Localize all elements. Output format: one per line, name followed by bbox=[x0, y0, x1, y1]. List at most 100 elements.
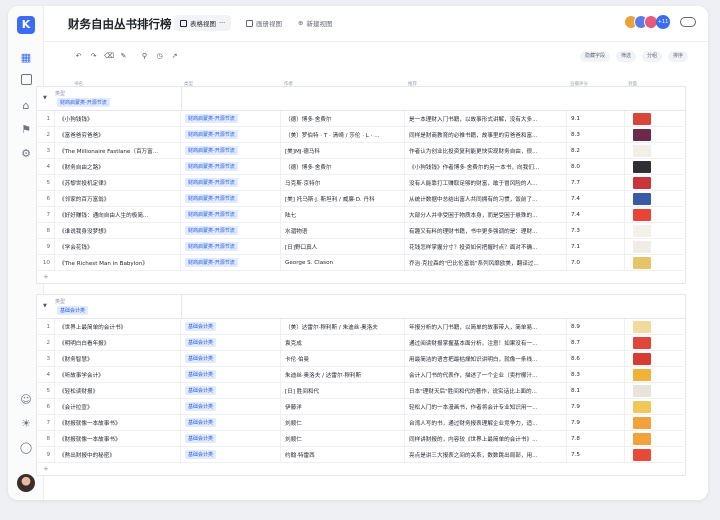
cell-name[interactable]: 《谁说我身没梦想》 bbox=[55, 223, 181, 238]
sort-button[interactable]: 排序 bbox=[667, 51, 688, 62]
group-header[interactable]: ▼ 类型 财商启蒙类-开源节流 bbox=[37, 87, 685, 111]
cell-cover[interactable] bbox=[625, 351, 659, 366]
cell-type[interactable]: 财商启蒙类-开源节流 bbox=[181, 223, 281, 238]
cell-author[interactable]: George S. Clason bbox=[281, 255, 405, 270]
cell-score[interactable]: 8.7 bbox=[567, 335, 625, 350]
cell-name[interactable]: 《明明白白看年报》 bbox=[55, 335, 181, 350]
cell-score[interactable]: 7.7 bbox=[567, 175, 625, 190]
add-row-button[interactable]: + bbox=[37, 271, 685, 283]
cell-name[interactable]: 《听故事学会计》 bbox=[55, 367, 181, 382]
cell-name[interactable]: 《小狗钱钱》 bbox=[55, 111, 181, 126]
cell-score[interactable]: 9.1 bbox=[567, 111, 625, 126]
cell-name[interactable]: 《财务智慧》 bbox=[55, 351, 181, 366]
add-row-button[interactable]: + bbox=[37, 463, 685, 475]
group-header[interactable]: ▼ 类型 基础会计类 bbox=[37, 295, 685, 319]
cell-name[interactable]: 《轻松读财报》 bbox=[55, 383, 181, 398]
cell-score[interactable]: 8.3 bbox=[567, 127, 625, 142]
cell-desc[interactable]: 大部分人并非受困于物质本身，而是受困于悬殊的... bbox=[405, 207, 567, 222]
table-row[interactable]: 7 《财报就像一本故事书》 基础会计类 刘顺仁 台湾人写的书，通过财务报表理解企业竞争力… bbox=[37, 415, 685, 431]
cell-name[interactable]: 《苏黎世投机定律》 bbox=[55, 175, 181, 190]
tab-grid-view[interactable]: 表格视图 ··· bbox=[174, 15, 232, 31]
cell-type[interactable]: 基础会计类 bbox=[181, 415, 281, 430]
cell-score[interactable]: 7.9 bbox=[567, 399, 625, 414]
tab-gallery-view[interactable]: 画册视图 bbox=[246, 18, 282, 28]
cell-type[interactable]: 财商启蒙类-开源节流 bbox=[181, 143, 281, 158]
cell-author[interactable]: （美）达雷尔·穆利斯 / 朱迪丝·奥洛夫 bbox=[281, 319, 405, 334]
cell-desc[interactable]: 是一本理财入门书籍，以故事形式讲解，没有大多... bbox=[405, 111, 567, 126]
cell-desc[interactable]: 从统计数据中总结出富人共同拥有的习惯，饭前了... bbox=[405, 191, 567, 206]
cell-type[interactable]: 财商启蒙类-开源节流 bbox=[181, 175, 281, 190]
cell-type[interactable]: 基础会计类 bbox=[181, 351, 281, 366]
cell-type[interactable]: 基础会计类 bbox=[181, 447, 281, 462]
cell-desc[interactable]: 轻松入门的一本漫画书，作者将会计专业知识用一... bbox=[405, 399, 567, 414]
cell-score[interactable]: 7.4 bbox=[567, 207, 625, 222]
share-icon[interactable]: ↗ bbox=[170, 52, 179, 61]
cell-score[interactable]: 7.9 bbox=[567, 415, 625, 430]
settings-icon[interactable]: ⚙ bbox=[18, 146, 34, 162]
cell-desc[interactable]: 花钱怎样掌握分寸？投资如何把握时点？面对不确... bbox=[405, 239, 567, 254]
table-row[interactable]: 5 《轻松读财报》 基础会计类 [日] 胜间和代 日本"理财天后"胜间和代的著作，说实话… bbox=[37, 383, 685, 399]
cell-cover[interactable] bbox=[625, 399, 659, 414]
table-row[interactable]: 1 《世界上最简单的会计书》 基础会计类 （美）达雷尔·穆利斯 / 朱迪丝·奥洛夫 年报… bbox=[37, 319, 685, 335]
cell-desc[interactable]: 同样讲财报的，内容较《世界上最简单的会计书》... bbox=[405, 431, 567, 446]
user-add-icon[interactable]: ☺ bbox=[18, 392, 34, 408]
table-row[interactable]: 9 《熬出财报中的秘密》 基础会计类 约翰·特雷西 亮点是讲三大报表之间的关系，数数跳出… bbox=[37, 447, 685, 463]
table-row[interactable]: 6 《会计拉宣》 基础会计类 伊藤洋 轻松入门的一本漫画书，作者将会计专业知识用一...… bbox=[37, 399, 685, 415]
tab-new-view[interactable]: ⊕ 新建视图 bbox=[298, 18, 332, 28]
cell-cover[interactable] bbox=[625, 415, 659, 430]
filter-button[interactable]: 筛选 bbox=[615, 51, 636, 62]
cloud-sync-icon[interactable] bbox=[680, 17, 696, 27]
cell-score[interactable]: 7.1 bbox=[567, 239, 625, 254]
cell-type[interactable]: 财商启蒙类-开源节流 bbox=[181, 111, 281, 126]
cell-type[interactable]: 财商启蒙类-开源节流 bbox=[181, 191, 281, 206]
cell-desc[interactable]: 会计入门书的代表作，描述了一个企业（卖柠檬汁... bbox=[405, 367, 567, 382]
cell-type[interactable]: 基础会计类 bbox=[181, 399, 281, 414]
collapse-caret-icon[interactable]: ▼ bbox=[43, 95, 47, 101]
cell-cover[interactable] bbox=[625, 207, 659, 222]
cell-author[interactable]: （德）博多·舍费尔 bbox=[281, 111, 405, 126]
collapse-caret-icon[interactable]: ▼ bbox=[43, 303, 47, 309]
cell-desc[interactable]: 年报分析的入门书籍，以简单的故事带入，简单易... bbox=[405, 319, 567, 334]
cell-author[interactable]: 刘顺仁 bbox=[281, 431, 405, 446]
cell-desc[interactable]: 有趣又有料的理财书籍，书中更多强调的是：理财... bbox=[405, 223, 567, 238]
group-button[interactable]: 分组 bbox=[641, 51, 662, 62]
table-row[interactable]: 2 《明明白白看年报》 基础会计类 袁克成 通过阅读财报掌握基本面分析。注意！如果没有一… bbox=[37, 335, 685, 351]
table-row[interactable]: 8 《财报就像一本故事书》 基础会计类 刘顺仁 同样讲财报的，内容较《世界上最简单的会计… bbox=[37, 431, 685, 447]
table-row[interactable]: 2 《富爸爸穷爸爸》 财商启蒙类-开源节流 （美）罗伯特 · T · 清崎 / 莎伦 … bbox=[37, 127, 685, 143]
cell-cover[interactable] bbox=[625, 143, 659, 158]
cell-name[interactable]: 《The Richest Man in Babylon》 bbox=[55, 255, 181, 270]
cell-cover[interactable] bbox=[625, 191, 659, 206]
cell-desc[interactable]: 同样是财商教育的必推书籍，故事里的穷爸爸和富... bbox=[405, 127, 567, 142]
cell-author[interactable]: 卡伦·伯曼 bbox=[281, 351, 405, 366]
document-icon[interactable] bbox=[18, 74, 34, 90]
cell-desc[interactable]: 没有人能靠打工赚取足够的财富，敢于冒风险的人... bbox=[405, 175, 567, 190]
cell-score[interactable]: 8.2 bbox=[567, 143, 625, 158]
cell-name[interactable]: 《富爸爸穷爸爸》 bbox=[55, 127, 181, 142]
cell-cover[interactable] bbox=[625, 239, 659, 254]
cell-author[interactable]: 刘顺仁 bbox=[281, 415, 405, 430]
cell-desc[interactable]: 用最简洁的语言把最枯燥知识讲明白，就像一条线... bbox=[405, 351, 567, 366]
cell-author[interactable]: [日] 胜间和代 bbox=[281, 383, 405, 398]
cell-author[interactable]: 伊藤洋 bbox=[281, 399, 405, 414]
cell-type[interactable]: 基础会计类 bbox=[181, 335, 281, 350]
flag-icon[interactable]: ⚑ bbox=[18, 122, 34, 138]
cell-type[interactable]: 基础会计类 bbox=[181, 383, 281, 398]
table-row[interactable]: 10 《The Richest Man in Babylon》 财商启蒙类-开源节流… bbox=[37, 255, 685, 271]
cell-name[interactable]: 《财报就像一本故事书》 bbox=[55, 431, 181, 446]
help-icon[interactable]: ◯ bbox=[18, 440, 34, 456]
cell-score[interactable]: 7.4 bbox=[567, 191, 625, 206]
cell-type[interactable]: 财商启蒙类-开源节流 bbox=[181, 255, 281, 270]
cell-type[interactable]: 财商启蒙类-开源节流 bbox=[181, 127, 281, 142]
bulb-icon[interactable]: ☀ bbox=[18, 416, 34, 432]
cell-score[interactable]: 8.0 bbox=[567, 159, 625, 174]
cell-type[interactable]: 基础会计类 bbox=[181, 367, 281, 382]
cell-score[interactable]: 7.3 bbox=[567, 223, 625, 238]
cell-type[interactable]: 财商启蒙类-开源节流 bbox=[181, 239, 281, 254]
grid-icon[interactable]: ▦ bbox=[18, 50, 34, 66]
undo-icon[interactable]: ↶ bbox=[74, 52, 83, 61]
cell-type[interactable]: 基础会计类 bbox=[181, 319, 281, 334]
table-row[interactable]: 6 《邻家的百万富翁》 财商启蒙类-开源节流 [美] 托马斯·J. 斯坦利 / 威廉·… bbox=[37, 191, 685, 207]
search-icon[interactable]: ⚲ bbox=[140, 52, 149, 61]
cell-cover[interactable] bbox=[625, 159, 659, 174]
cell-desc[interactable]: 日本"理财天后"胜间和代的著作，说实话比上面的... bbox=[405, 383, 567, 398]
